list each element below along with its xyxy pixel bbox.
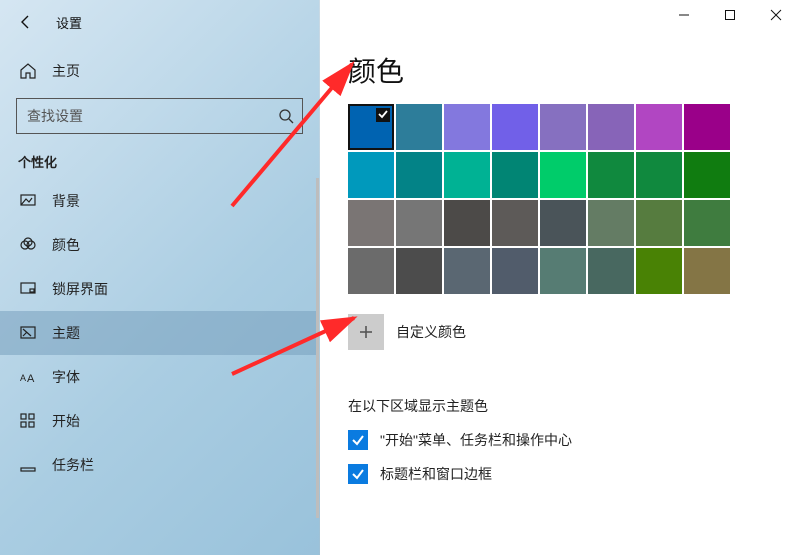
- color-swatch[interactable]: [492, 200, 538, 246]
- sidebar-item-icon: [18, 279, 38, 299]
- color-swatch[interactable]: [444, 152, 490, 198]
- color-swatch[interactable]: [348, 200, 394, 246]
- sidebar-item-label: 颜色: [52, 235, 80, 255]
- sidebar-item-3[interactable]: 主题: [0, 311, 319, 355]
- sidebar-item-label: 背景: [52, 191, 80, 211]
- home-icon: [18, 61, 38, 81]
- back-button[interactable]: [14, 10, 38, 34]
- window-title: 设置: [56, 13, 82, 32]
- sidebar-nav: 背景颜色锁屏界面主题 AA 字体开始任务栏: [0, 179, 319, 487]
- sidebar-item-1[interactable]: 颜色: [0, 223, 319, 267]
- sidebar-home[interactable]: 主页: [0, 50, 319, 92]
- accent-checkbox[interactable]: [348, 464, 368, 484]
- sidebar-item-6[interactable]: 任务栏: [0, 443, 319, 487]
- color-swatch[interactable]: [396, 200, 442, 246]
- header: 设置: [0, 0, 319, 44]
- color-swatch[interactable]: [588, 248, 634, 294]
- accent-heading: 在以下区域显示主题色: [348, 396, 799, 416]
- color-swatch[interactable]: [348, 104, 394, 150]
- sidebar-item-icon: AA: [18, 367, 38, 387]
- search-wrap: [16, 98, 303, 134]
- sidebar-item-icon: [18, 411, 38, 431]
- accent-section: 在以下区域显示主题色 "开始"菜单、任务栏和操作中心标题栏和窗口边框: [348, 396, 799, 484]
- custom-color-label: 自定义颜色: [396, 322, 466, 342]
- svg-text:A: A: [27, 373, 35, 385]
- color-swatch[interactable]: [636, 200, 682, 246]
- main-content: 颜色 自定义颜色 在以下区域显示主题色 "开始"菜单、任务栏和操作中心标题栏和窗…: [320, 0, 799, 484]
- main-panel: 颜色 自定义颜色 在以下区域显示主题色 "开始"菜单、任务栏和操作中心标题栏和窗…: [320, 0, 799, 555]
- color-swatch[interactable]: [396, 152, 442, 198]
- color-swatch[interactable]: [444, 200, 490, 246]
- accent-checkbox[interactable]: [348, 430, 368, 450]
- color-swatch[interactable]: [588, 152, 634, 198]
- color-swatch[interactable]: [636, 248, 682, 294]
- search-input[interactable]: [16, 98, 303, 134]
- color-swatch[interactable]: [636, 104, 682, 150]
- sidebar-section-label: 个性化: [18, 152, 301, 171]
- accent-option-1: 标题栏和窗口边框: [348, 464, 799, 484]
- sidebar-item-0[interactable]: 背景: [0, 179, 319, 223]
- color-swatch[interactable]: [396, 104, 442, 150]
- color-swatch[interactable]: [540, 248, 586, 294]
- color-swatch[interactable]: [540, 104, 586, 150]
- color-swatch[interactable]: [684, 200, 730, 246]
- accent-option-label: 标题栏和窗口边框: [380, 464, 492, 484]
- sidebar-item-label: 任务栏: [52, 455, 94, 475]
- sidebar-item-label: 字体: [52, 367, 80, 387]
- color-swatch[interactable]: [492, 104, 538, 150]
- sidebar-item-icon: [18, 235, 38, 255]
- color-swatch[interactable]: [444, 104, 490, 150]
- color-swatch[interactable]: [684, 104, 730, 150]
- scrollbar[interactable]: [316, 178, 319, 518]
- color-swatch[interactable]: [492, 152, 538, 198]
- color-swatch[interactable]: [492, 248, 538, 294]
- sidebar-item-5[interactable]: 开始: [0, 399, 319, 443]
- add-custom-color-button[interactable]: [348, 314, 384, 350]
- color-swatch-grid: [348, 104, 799, 294]
- sidebar-item-label: 开始: [52, 411, 80, 431]
- color-swatch[interactable]: [540, 152, 586, 198]
- sidebar-item-icon: [18, 323, 38, 343]
- sidebar-item-label: 主题: [52, 323, 80, 343]
- sidebar-item-icon: [18, 455, 38, 475]
- color-swatch[interactable]: [684, 248, 730, 294]
- page-title: 颜色: [348, 50, 799, 90]
- sidebar-item-2[interactable]: 锁屏界面: [0, 267, 319, 311]
- sidebar-item-label: 锁屏界面: [52, 279, 108, 299]
- settings-window: 设置 主页 个性化 背景颜色锁屏界面主题AA字体开始任务栏: [0, 0, 799, 555]
- color-swatch[interactable]: [540, 200, 586, 246]
- sidebar-item-icon: [18, 191, 38, 211]
- color-swatch[interactable]: [588, 200, 634, 246]
- custom-color-row: 自定义颜色: [348, 314, 799, 350]
- svg-text:A: A: [20, 373, 26, 383]
- color-swatch[interactable]: [684, 152, 730, 198]
- color-swatch[interactable]: [348, 248, 394, 294]
- color-swatch[interactable]: [348, 152, 394, 198]
- sidebar-item-4[interactable]: AA 字体: [0, 355, 319, 399]
- color-swatch[interactable]: [444, 248, 490, 294]
- color-swatch[interactable]: [588, 104, 634, 150]
- color-swatch[interactable]: [636, 152, 682, 198]
- sidebar-home-label: 主页: [52, 61, 80, 81]
- accent-option-0: "开始"菜单、任务栏和操作中心: [348, 430, 799, 450]
- sidebar: 设置 主页 个性化 背景颜色锁屏界面主题 AA 字体开始任务栏: [0, 0, 320, 555]
- accent-option-label: "开始"菜单、任务栏和操作中心: [380, 430, 572, 450]
- color-swatch[interactable]: [396, 248, 442, 294]
